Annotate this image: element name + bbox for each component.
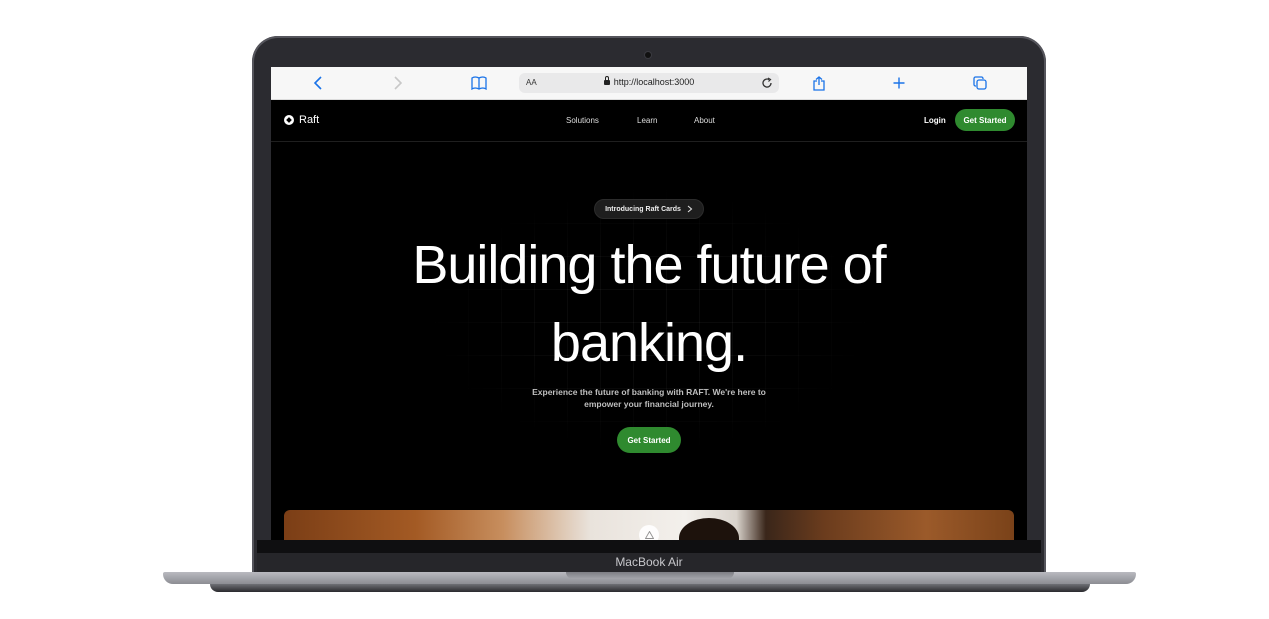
announcement-pill[interactable]: Introducing Raft Cards [594, 199, 704, 219]
hero-subtext: Experience the future of banking with RA… [532, 387, 766, 409]
chevron-right-icon [687, 205, 693, 213]
play-icon[interactable] [639, 525, 659, 540]
announcement-text: Introducing Raft Cards [605, 205, 681, 213]
hero-headline-text: Building the future of banking. [412, 235, 886, 373]
laptop-base-shadow [210, 584, 1090, 592]
screen-bezel [257, 540, 1041, 554]
browser-toolbar: AA http://localhost:3000 [271, 67, 1027, 100]
new-tab-icon[interactable] [889, 73, 909, 93]
hero-photo [284, 510, 1014, 540]
website: Raft Solutions Learn About Login Get Sta… [271, 100, 1027, 540]
nav-item-about[interactable]: About [694, 116, 715, 125]
laptop-hinge-notch [566, 572, 734, 579]
brand-name: Raft [299, 114, 320, 126]
person-silhouette [679, 518, 739, 540]
address-bar[interactable]: AA http://localhost:3000 [519, 73, 779, 93]
url-text: http://localhost:3000 [613, 77, 695, 87]
laptop-chin: MacBook Air [257, 553, 1041, 573]
camera [645, 52, 651, 58]
device-label: MacBook Air [615, 555, 683, 569]
bookmarks-icon[interactable] [469, 73, 489, 93]
reload-icon[interactable] [761, 76, 773, 94]
login-link[interactable]: Login [924, 116, 946, 125]
brand-logo[interactable]: Raft [284, 114, 319, 126]
share-icon[interactable] [809, 73, 829, 93]
raft-logo-icon [284, 115, 294, 125]
get-started-nav-button[interactable]: Get Started [955, 109, 1015, 131]
get-started-hero-button[interactable]: Get Started [617, 427, 681, 453]
tabs-icon[interactable] [970, 73, 990, 93]
nav-item-learn[interactable]: Learn [637, 116, 657, 125]
back-icon[interactable] [308, 73, 328, 93]
hero-headline: Building the future of banking. [271, 226, 1027, 382]
lock-icon [603, 76, 610, 85]
nav-item-solutions[interactable]: Solutions [566, 116, 599, 125]
laptop-screen: AA http://localhost:3000 Raft Solutions … [271, 67, 1027, 540]
site-nav: Raft Solutions Learn About Login Get Sta… [271, 100, 1027, 142]
forward-icon[interactable] [388, 73, 408, 93]
